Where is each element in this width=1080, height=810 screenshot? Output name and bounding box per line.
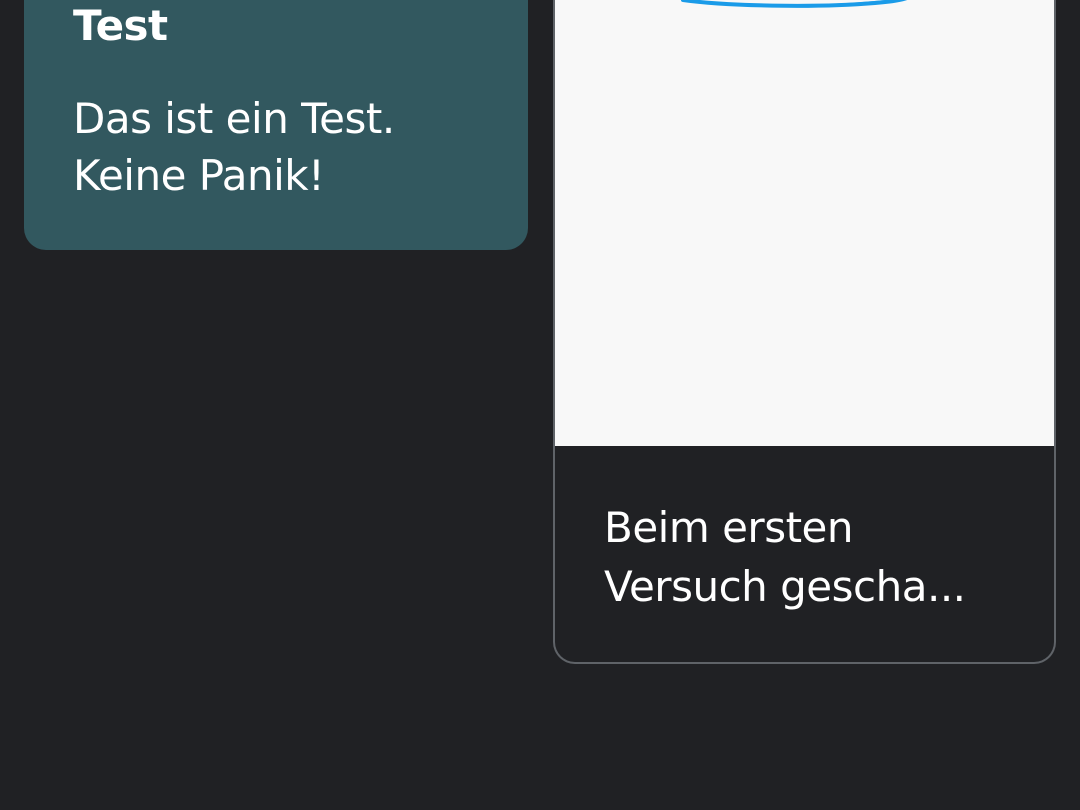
note-body: Das ist ein Test. Keine Panik! [73,94,395,200]
drawing-thumbnail [555,0,1054,446]
note-body-line-2: Versuch gescha... [604,562,966,611]
note-body: Beim ersten Versuch gescha... [604,498,1014,616]
drawing-stroke [681,0,908,8]
note-card-test[interactable]: Test Das ist ein Test. Keine Panik! [24,0,528,250]
notes-grid: Test Das ist ein Test. Keine Panik! Beim… [0,0,1080,810]
note-card-drawing[interactable]: Beim ersten Versuch gescha... [553,0,1056,664]
note-body-line-1: Beim ersten [604,503,854,552]
note-title: Test [73,1,168,50]
